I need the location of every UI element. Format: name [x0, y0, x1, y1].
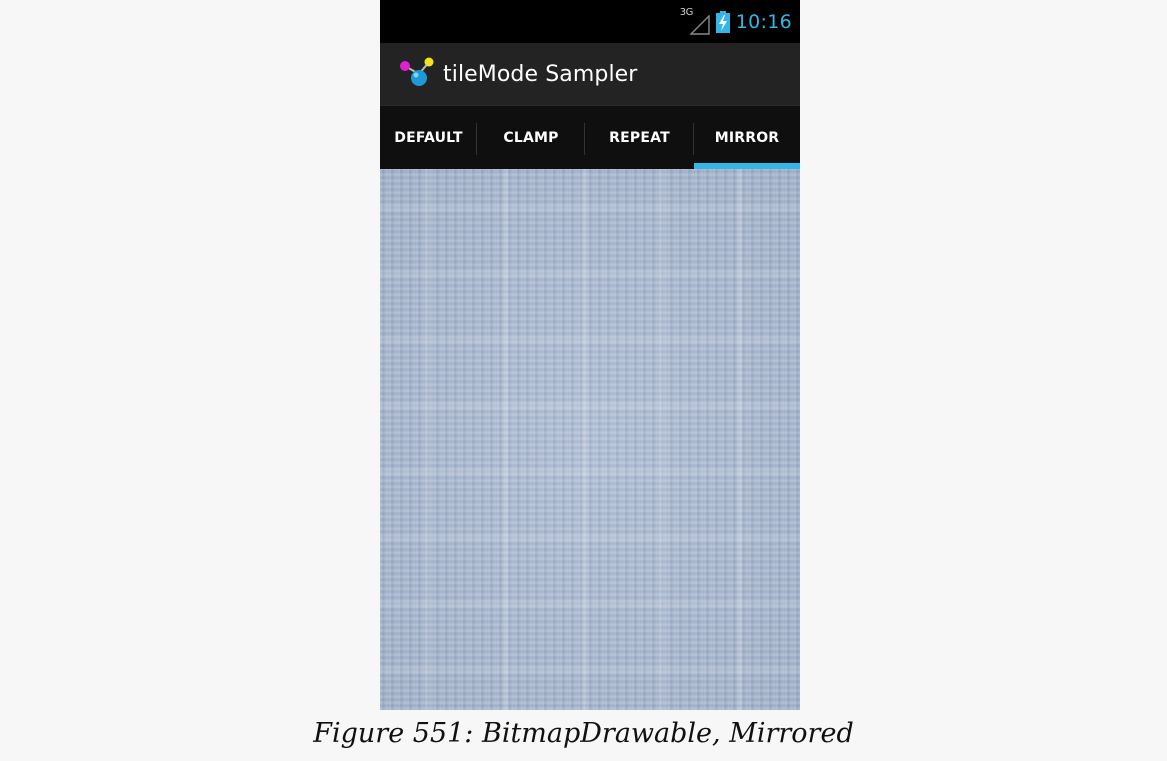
action-bar: tileMode Sampler	[380, 43, 800, 105]
mirrored-bitmap-content	[380, 169, 800, 710]
status-bar: 3G 10:16	[380, 0, 800, 43]
tab-clamp[interactable]: CLAMP	[477, 106, 585, 169]
device-screen: 3G 10:16 tileMode Sampler DEFAULT CLAMP …	[380, 0, 800, 710]
figure-caption: Figure 551: BitmapDrawable, Mirrored	[313, 718, 854, 749]
tab-label: CLAMP	[503, 129, 559, 146]
clock: 10:16	[735, 11, 792, 33]
tab-label: MIRROR	[714, 129, 780, 146]
tab-label: REPEAT	[609, 129, 670, 146]
tab-mirror[interactable]: MIRROR	[694, 106, 800, 169]
signal-icon: 3G	[680, 7, 710, 35]
app-title: tileMode Sampler	[443, 61, 638, 87]
tab-label: DEFAULT	[394, 129, 463, 146]
battery-charging-icon	[715, 11, 730, 33]
tab-repeat[interactable]: REPEAT	[585, 106, 694, 169]
tab-strip: DEFAULT CLAMP REPEAT MIRROR	[380, 105, 800, 169]
molecule-app-icon[interactable]	[397, 54, 437, 94]
tab-default[interactable]: DEFAULT	[380, 106, 477, 169]
status-indicators: 3G 10:16	[680, 7, 792, 36]
